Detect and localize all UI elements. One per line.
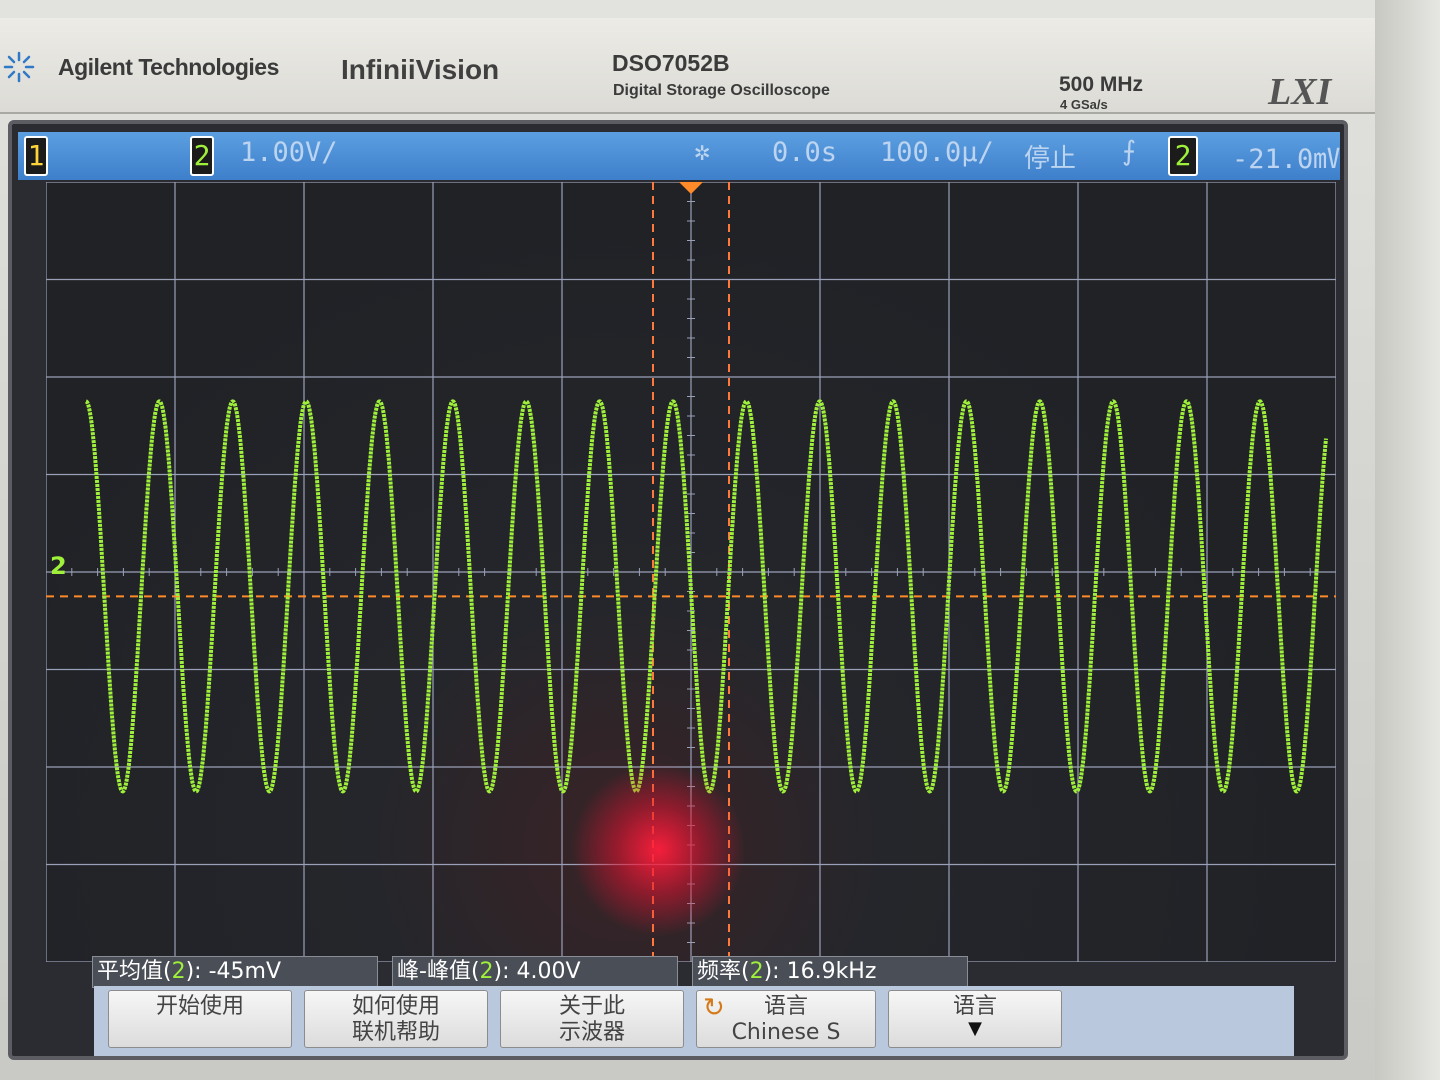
softkey-language-menu[interactable]: 语言 ▼: [888, 990, 1062, 1048]
softkey-language-menu-label: 语言: [952, 994, 997, 1019]
channel-2-badge[interactable]: 2: [190, 136, 214, 176]
waveform-plot: 2: [46, 182, 1336, 962]
waveform-graticule: 2: [46, 182, 1336, 962]
measurement-frequency: 频率(2): 16.9kHz: [692, 956, 968, 988]
sample-rate-label: 4 GSa/s: [1060, 97, 1108, 112]
model-description: Digital Storage Oscilloscope: [613, 82, 830, 99]
volts-per-div: 1.00V/: [240, 137, 338, 168]
softkey-about-oscilloscope[interactable]: 关于此 示波器: [500, 990, 684, 1048]
rising-edge-icon: ⨍: [1122, 136, 1137, 167]
instrument-header: Agilent Technologies InfiniiVision DSO70…: [0, 18, 1375, 114]
average-label: 平均值(: [97, 959, 172, 984]
softkey-about-line1: 关于此: [558, 994, 625, 1019]
frequency-value: ): 16.9kHz: [763, 959, 877, 984]
peak-to-peak-value: ): 4.00V: [493, 959, 581, 984]
peak-to-peak-channel: 2: [479, 959, 494, 984]
lxi-logo: LXI: [1268, 71, 1332, 113]
softkey-about-line2: 示波器: [558, 1020, 625, 1045]
softkey-online-help-line2: 联机帮助: [351, 1020, 440, 1045]
down-arrow-icon: ▼: [968, 1018, 982, 1039]
status-bar: 1 2 1.00V/ ✲ 0.0s 100.0µ/ 停止 ⨍ 2 -21.0㎷: [18, 132, 1340, 180]
model-number: DSO7052B: [612, 50, 730, 76]
trigger-position-marker: [679, 182, 703, 194]
time-offset: 0.0s: [772, 137, 838, 168]
softkey-online-help[interactable]: 如何使用 联机帮助: [304, 990, 488, 1048]
ground-marker[interactable]: 2: [50, 552, 67, 580]
softkey-bar: 开始使用 如何使用 联机帮助 关于此 示波器 ↻ 语言 Chinese S 语言…: [94, 986, 1294, 1056]
measurement-average: 平均值(2): -45mV: [92, 956, 378, 988]
peak-to-peak-label: 峰-峰值(: [397, 959, 480, 984]
softkey-getting-started-label: 开始使用: [155, 994, 244, 1019]
average-channel: 2: [171, 959, 186, 984]
bandwidth-label: 500 MHz: [1059, 73, 1144, 96]
channel-1-badge[interactable]: 1: [24, 136, 48, 176]
trigger-level: -21.0㎷: [1232, 144, 1341, 175]
bezel-right-edge: [1375, 0, 1440, 1080]
cycle-arrow-icon: ↻: [703, 993, 725, 1023]
softkey-language-line1: 语言: [763, 994, 808, 1019]
brand-name: Agilent Technologies: [58, 54, 279, 80]
trigger-spark-icon: ✲: [694, 136, 711, 167]
agilent-spark-icon: [3, 51, 35, 83]
instrument-bezel: Agilent Technologies InfiniiVision DSO70…: [0, 0, 1440, 1080]
softkey-online-help-line1: 如何使用: [351, 994, 440, 1019]
frequency-label: 频率(: [697, 959, 750, 984]
trigger-channel-badge: 2: [1168, 136, 1198, 176]
softkey-language-cycle[interactable]: ↻ 语言 Chinese S: [696, 990, 876, 1048]
softkey-language-line2: Chinese S: [731, 1020, 841, 1045]
measurement-peak-to-peak: 峰-峰值(2): 4.00V: [392, 956, 678, 988]
softkey-getting-started[interactable]: 开始使用: [108, 990, 292, 1048]
oscilloscope-screen: 1 2 1.00V/ ✲ 0.0s 100.0µ/ 停止 ⨍ 2 -21.0㎷ …: [8, 120, 1348, 1060]
frequency-channel: 2: [749, 959, 764, 984]
time-per-div: 100.0µ/: [880, 137, 994, 168]
product-series: InfiniiVision: [341, 54, 500, 85]
average-value: ): -45mV: [185, 959, 281, 984]
run-state: 停止: [1024, 144, 1077, 174]
